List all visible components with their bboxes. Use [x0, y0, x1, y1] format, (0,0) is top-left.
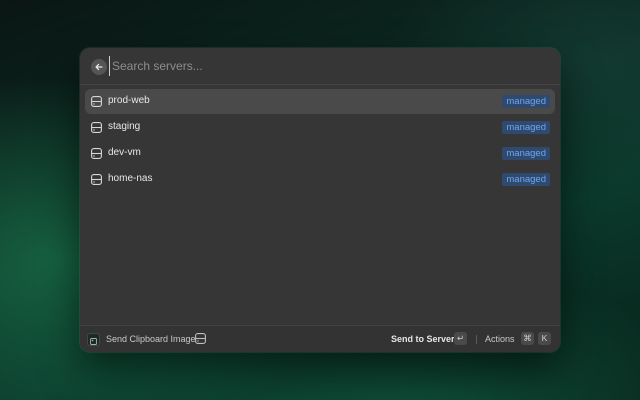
search-input[interactable] [109, 56, 532, 76]
managed-badge: managed [502, 95, 550, 108]
server-icon [91, 122, 102, 133]
server-name: dev-vm [108, 147, 141, 158]
managed-badge: managed [502, 147, 550, 160]
server-name: home-nas [108, 173, 153, 184]
list-item[interactable]: staging managed [85, 115, 555, 140]
server-name: staging [108, 121, 141, 132]
server-list: prod-web managed staging managed dev-vm … [85, 89, 555, 193]
managed-badge: managed [502, 121, 550, 134]
back-button[interactable] [91, 59, 107, 75]
list-item[interactable]: prod-web managed [85, 89, 555, 114]
server-icon [91, 174, 102, 185]
server-icon [195, 333, 206, 344]
server-icon [91, 148, 102, 159]
action-bar: Send Clipboard Image Send to Server ↵ Ac… [80, 325, 560, 352]
search-bar [80, 48, 560, 85]
footer-divider [476, 335, 477, 344]
actions-button[interactable]: Actions [485, 334, 515, 344]
list-item[interactable]: dev-vm managed [85, 141, 555, 166]
command-key-hint: ⌘ [521, 332, 534, 345]
server-icon [91, 96, 102, 107]
image-icon [90, 338, 97, 345]
arrow-left-icon [95, 63, 103, 71]
send-to-server-button[interactable]: Send to Server [391, 334, 455, 344]
managed-badge: managed [502, 173, 550, 186]
server-name: prod-web [108, 95, 150, 106]
list-item[interactable]: home-nas managed [85, 167, 555, 192]
command-title: Send Clipboard Image [106, 334, 196, 344]
k-key-hint: K [538, 332, 551, 345]
enter-key-hint: ↵ [454, 332, 467, 345]
command-palette-window: prod-web managed staging managed dev-vm … [80, 48, 560, 352]
app-icon [87, 333, 100, 346]
